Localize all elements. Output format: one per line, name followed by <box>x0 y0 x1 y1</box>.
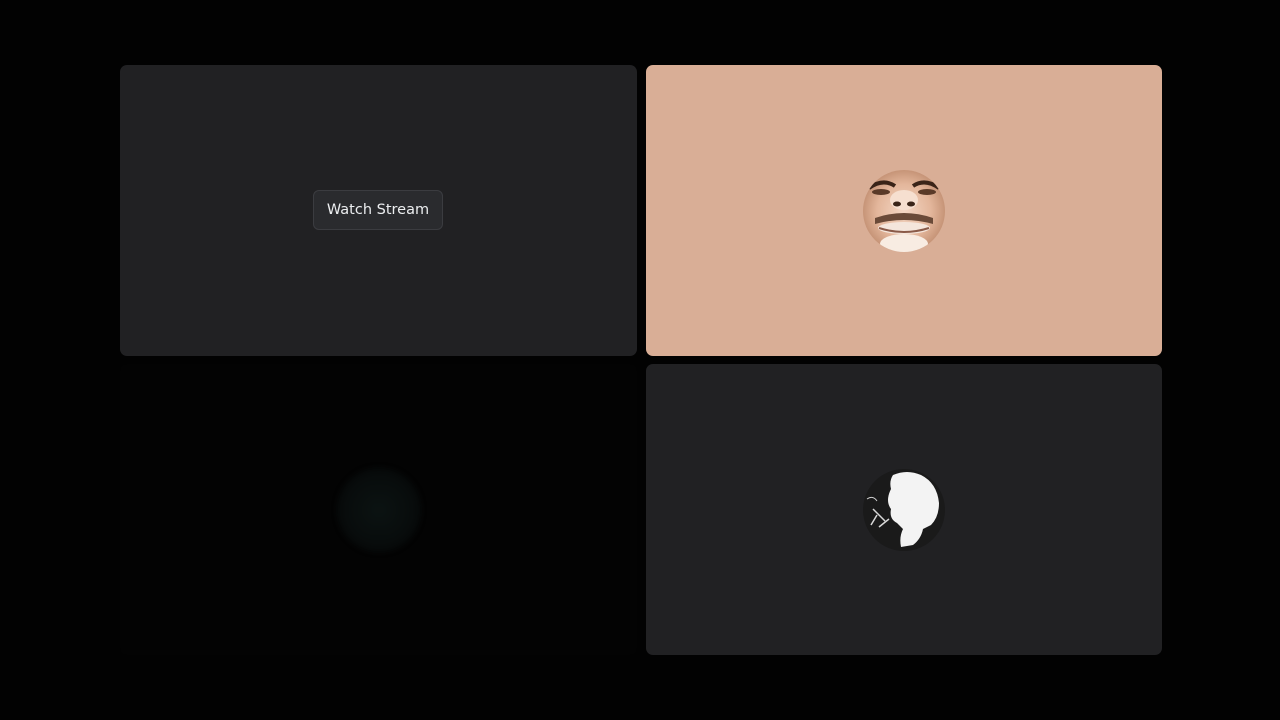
video-call-grid: Watch Stream <box>0 0 1280 720</box>
user-avatar-silhouette-icon <box>863 469 945 551</box>
participant-avatar-1 <box>863 170 945 252</box>
watch-stream-button[interactable]: Watch Stream <box>313 190 443 230</box>
participant-avatar-3 <box>863 469 945 551</box>
participant-tile-1[interactable] <box>646 65 1162 356</box>
participant-tile-3[interactable] <box>646 364 1162 655</box>
stream-tile[interactable]: Watch Stream <box>120 65 637 356</box>
user-avatar-face-icon <box>863 170 945 252</box>
user-avatar-dim-icon <box>336 467 422 553</box>
participant-tile-2[interactable] <box>120 364 637 655</box>
